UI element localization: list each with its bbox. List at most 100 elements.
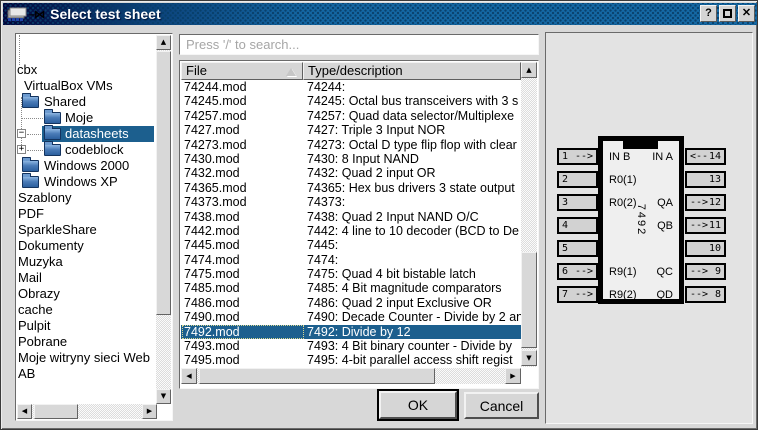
- chip-notch: [623, 136, 658, 149]
- pin-label: IN B: [609, 151, 630, 163]
- file-row-selected[interactable]: 7492.mod7492: Divide by 12: [181, 325, 521, 339]
- close-button[interactable]: ✕: [738, 5, 755, 22]
- pin-1: 1-->: [557, 148, 598, 165]
- file-row[interactable]: 74273.mod74273: Octal D type flip flop w…: [181, 138, 521, 152]
- scroll-down-icon[interactable]: ▼: [156, 389, 171, 404]
- cancel-button[interactable]: Cancel: [464, 392, 539, 419]
- file-row[interactable]: 7495.mod7495: 4-bit parallel access shif…: [181, 353, 521, 367]
- tree-item-sparkleshare[interactable]: SparkleShare: [17, 222, 157, 238]
- scroll-down-icon[interactable]: ▼: [521, 350, 537, 366]
- scroll-right-icon[interactable]: ▶: [505, 368, 521, 384]
- tree-item-cbx[interactable]: cbx: [17, 62, 157, 78]
- tree-item-pulpit[interactable]: Pulpit: [17, 318, 157, 334]
- pin-11: -->11: [685, 217, 726, 234]
- file-row[interactable]: 7445.mod7445:: [181, 238, 521, 252]
- pin-icon[interactable]: –⋈: [29, 8, 44, 21]
- pin-label: IN A: [652, 151, 673, 163]
- titlebar[interactable]: –⋈ Select test sheet ? ✕: [3, 3, 757, 25]
- tree-hscrollbar[interactable]: ◀ ▶: [17, 404, 157, 419]
- file-row[interactable]: 7432.mod7432: Quad 2 input OR: [181, 166, 521, 180]
- file-row[interactable]: 7427.mod7427: Triple 3 Input NOR: [181, 123, 521, 137]
- pin-label: QA: [657, 197, 673, 209]
- pin-13: 13: [685, 171, 726, 188]
- tree-vscroll-thumb[interactable]: [156, 51, 171, 315]
- tree-item-codeblock[interactable]: + codeblock: [17, 142, 157, 158]
- file-row[interactable]: 74365.mod74365: Hex bus drivers 3 state …: [181, 181, 521, 195]
- pin-label: QC: [657, 266, 674, 278]
- folder-icon: [22, 96, 39, 108]
- pin-label: QB: [657, 220, 673, 232]
- list-hscrollbar[interactable]: ◀ ▶: [181, 368, 521, 384]
- file-row[interactable]: 7486.mod7486: Quad 2 input Exclusive OR: [181, 296, 521, 310]
- scroll-right-icon[interactable]: ▶: [142, 404, 157, 419]
- pin-5: 5: [557, 240, 598, 257]
- tree-branch-line: [19, 35, 20, 65]
- tree-item-pobrane[interactable]: Pobrane: [17, 334, 157, 350]
- file-row[interactable]: 7475.mod7475: Quad 4 bit bistable latch: [181, 267, 521, 281]
- file-row[interactable]: 7442.mod7442: 4 line to 10 decoder (BCD …: [181, 224, 521, 238]
- expand-icon[interactable]: +: [17, 145, 26, 154]
- pin-9: -->9: [685, 263, 726, 280]
- folder-icon: [44, 112, 61, 124]
- list-rows: 74244.mod74244: 74245.mod74245: Octal bu…: [181, 80, 521, 368]
- scroll-left-icon[interactable]: ◀: [181, 368, 197, 384]
- sort-ascending-icon: [286, 68, 296, 76]
- tree-item-pdf[interactable]: PDF: [17, 206, 157, 222]
- list-vscrollbar[interactable]: ▲ ▼: [521, 62, 537, 367]
- tree-vscrollbar[interactable]: ▲ ▼: [156, 35, 171, 404]
- tree-item-moje[interactable]: Moje: [17, 110, 157, 126]
- select-test-sheet-dialog: –⋈ Select test sheet ? ✕ cbx VirtualBox …: [0, 0, 758, 430]
- tree-item-windows-xp[interactable]: Windows XP: [17, 174, 157, 190]
- file-row[interactable]: 74373.mod74373:: [181, 195, 521, 209]
- pin-label: R0(2): [609, 197, 637, 209]
- tree-item-shared[interactable]: Shared: [17, 94, 157, 110]
- chip-body: IN B R0(1) R0(2) R9(1) R9(2) IN A QA QB …: [598, 136, 684, 304]
- tree-item-obrazy[interactable]: Obrazy: [17, 286, 157, 302]
- column-header-type[interactable]: Type/description: [303, 62, 521, 80]
- pin-label: QD: [657, 289, 674, 301]
- file-row[interactable]: 74245.mod74245: Octal bus transceivers w…: [181, 94, 521, 108]
- file-row[interactable]: 7430.mod7430: 8 Input NAND: [181, 152, 521, 166]
- list-hscroll-thumb[interactable]: [199, 368, 435, 384]
- pin-7: 7-->: [557, 286, 598, 303]
- chip-window-icon[interactable]: [7, 6, 31, 22]
- scroll-left-icon[interactable]: ◀: [17, 404, 32, 419]
- pin-label: R9(2): [609, 289, 637, 301]
- list-vscroll-thumb[interactable]: [521, 252, 537, 348]
- file-row[interactable]: 74244.mod74244:: [181, 80, 521, 94]
- ok-button[interactable]: OK: [379, 391, 457, 419]
- tree-item-szablony[interactable]: Szablony: [17, 190, 157, 206]
- pin-14: <--14: [685, 148, 726, 165]
- folder-icon: [44, 128, 61, 140]
- tree-hscroll-thumb[interactable]: [34, 404, 78, 419]
- file-row[interactable]: 7438.mod7438: Quad 2 Input NAND O/C: [181, 210, 521, 224]
- search-input[interactable]: [179, 34, 539, 55]
- column-header-file[interactable]: File: [181, 62, 303, 80]
- maximize-button[interactable]: [719, 5, 736, 22]
- file-row[interactable]: 7490.mod7490: Decade Counter - Divide by…: [181, 310, 521, 324]
- file-list: File Type/description 74244.mod74244: 74…: [179, 60, 539, 389]
- scroll-up-icon[interactable]: ▲: [521, 62, 537, 78]
- tree-item-virtualbox-vms[interactable]: VirtualBox VMs: [17, 78, 157, 94]
- file-row[interactable]: 7474.mod7474:: [181, 253, 521, 267]
- collapse-icon[interactable]: −: [17, 129, 26, 138]
- folder-icon: [44, 144, 61, 156]
- tree-item-cache[interactable]: cache: [17, 302, 157, 318]
- folder-icon: [22, 160, 39, 172]
- tree-item-windows-2000[interactable]: Windows 2000: [17, 158, 157, 174]
- tree-item-datasheets[interactable]: − datasheets: [17, 126, 157, 142]
- file-row[interactable]: 7493.mod7493: 4 Bit binary counter - Div…: [181, 339, 521, 353]
- help-button[interactable]: ?: [700, 5, 717, 22]
- file-row[interactable]: 7485.mod7485: 4 Bit magnitude comparator…: [181, 281, 521, 295]
- file-row[interactable]: 74257.mod74257: Quad data selector/Multi…: [181, 109, 521, 123]
- tree-viewport[interactable]: cbx VirtualBox VMs Shared Moje − datashe…: [17, 35, 157, 404]
- pin-3: 3: [557, 194, 598, 211]
- tree-item-moje-witryny[interactable]: Moje witryny sieci Web: [17, 350, 157, 366]
- tree-item-dokumenty[interactable]: Dokumenty: [17, 238, 157, 254]
- pin-label: R9(1): [609, 266, 637, 278]
- tree-item-ab[interactable]: AB: [17, 366, 157, 382]
- tree-item-mail[interactable]: Mail: [17, 270, 157, 286]
- scroll-up-icon[interactable]: ▲: [156, 35, 171, 50]
- tree-item-muzyka[interactable]: Muzyka: [17, 254, 157, 270]
- window-title: Select test sheet: [50, 6, 161, 22]
